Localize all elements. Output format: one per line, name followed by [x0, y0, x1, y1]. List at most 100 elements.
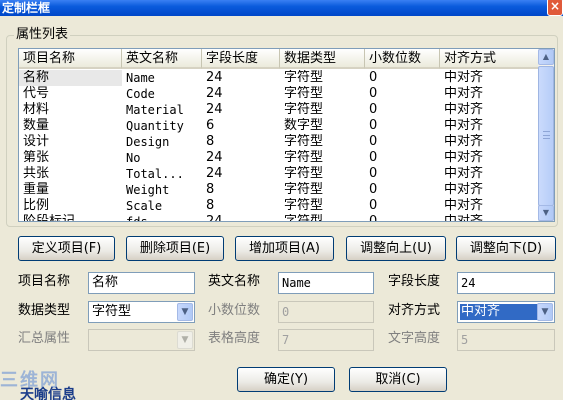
delete-item-button[interactable]: 删除项目(E) — [126, 236, 224, 261]
cell-item-name: 名称 — [19, 70, 122, 86]
add-item-button[interactable]: 增加项目(A) — [235, 236, 334, 261]
watermark-bottom-text: 天喻信息 — [20, 387, 76, 400]
chevron-down-icon[interactable]: ▼ — [177, 303, 193, 321]
cell-item-name: 数量 — [23, 118, 50, 133]
data-type-label: 数据类型 — [18, 303, 71, 318]
cell-height-field[interactable]: 7 — [278, 329, 374, 351]
cell-data-type: 字符型 — [284, 70, 324, 85]
close-button[interactable]: × — [547, 0, 563, 16]
list-scrollbar[interactable]: ▲ ▼ — [538, 49, 554, 221]
attribute-list[interactable]: 项目名称 英文名称 字段长度 数据类型 小数位数 对齐方式 名称 Name 24 字符… — [18, 48, 555, 222]
table-row[interactable]: 数量 Quantity 6 数字型 0 中对齐 — [19, 118, 539, 134]
cell-field-length: 6 — [206, 118, 215, 133]
cell-english-name: Total... — [126, 167, 184, 181]
chevron-down-icon[interactable]: ▼ — [537, 303, 553, 321]
column-header-english-name[interactable]: 英文名称 — [122, 49, 202, 69]
list-body: 名称 Name 24 字符型 0 中对齐 代号 Code 24 字符型 0 中对齐 材料 Material… — [19, 70, 539, 222]
cell-item-name: 共张 — [23, 166, 50, 181]
table-row[interactable]: 共张 Total... 24 字符型 0 中对齐 — [19, 166, 539, 182]
table-row[interactable]: 重量 Weight 8 字符型 0 中对齐 — [19, 182, 539, 198]
scroll-down-button[interactable]: ▼ — [538, 205, 554, 221]
cell-english-name: Material — [126, 103, 184, 117]
item-name-field[interactable]: 名称 — [88, 272, 195, 294]
cell-alignment: 中对齐 — [444, 134, 484, 149]
text-height-field[interactable]: 5 — [457, 329, 555, 351]
cell-alignment: 中对齐 — [444, 70, 484, 85]
cell-field-length: 8 — [206, 134, 215, 149]
table-row[interactable]: 代号 Code 24 字符型 0 中对齐 — [19, 86, 539, 102]
column-header-decimals[interactable]: 小数位数 — [365, 49, 440, 69]
cell-item-name: 重量 — [23, 182, 50, 197]
table-row[interactable]: 材料 Material 24 字符型 0 中对齐 — [19, 102, 539, 118]
scroll-up-button[interactable]: ▲ — [538, 49, 554, 65]
summary-select[interactable]: ▼ — [88, 329, 195, 351]
cell-data-type: 字符型 — [284, 198, 324, 213]
cell-field-length: 8 — [206, 182, 215, 197]
column-header-item-name[interactable]: 项目名称 — [19, 49, 122, 69]
close-icon: × — [549, 0, 561, 13]
cell-data-type: 字符型 — [284, 134, 324, 149]
cell-field-length: 24 — [206, 150, 223, 165]
field-length-field[interactable]: 24 — [457, 272, 555, 294]
cell-item-name: 设计 — [23, 134, 50, 149]
cell-alignment: 中对齐 — [444, 198, 484, 213]
cell-english-name: fds — [126, 215, 148, 222]
alignment-value: 中对齐 — [460, 304, 538, 320]
scroll-thumb[interactable] — [538, 66, 554, 206]
cell-data-type: 字符型 — [284, 150, 324, 165]
decimals-field[interactable]: 0 — [278, 301, 374, 323]
data-type-value: 字符型 — [92, 304, 132, 319]
table-row[interactable]: 阶段标记 fds 24 字符型 0 中对齐 — [19, 214, 539, 222]
text-height-label: 文字高度 — [388, 331, 441, 346]
chevron-up-icon: ▲ — [542, 52, 550, 61]
cell-decimals: 0 — [369, 102, 378, 117]
define-item-button[interactable]: 定义项目(F) — [18, 236, 115, 261]
table-row[interactable]: 名称 Name 24 字符型 0 中对齐 — [19, 70, 539, 86]
list-header: 项目名称 英文名称 字段长度 数据类型 小数位数 对齐方式 — [19, 49, 539, 69]
attribute-group-label: 属性列表 — [14, 26, 71, 43]
cell-item-name: 材料 — [23, 102, 50, 117]
chevron-down-icon[interactable]: ▼ — [177, 331, 193, 349]
move-down-button[interactable]: 调整向下(D) — [456, 236, 556, 261]
column-header-field-length[interactable]: 字段长度 — [202, 49, 280, 69]
cell-alignment: 中对齐 — [444, 214, 484, 222]
data-type-select[interactable]: 字符型 ▼ — [88, 301, 195, 323]
cell-english-name: Design — [126, 135, 170, 149]
title-bar: 定制栏框 × — [0, 0, 563, 16]
cell-alignment: 中对齐 — [444, 86, 484, 101]
summary-label: 汇总属性 — [18, 331, 71, 346]
cell-data-type: 字符型 — [284, 182, 324, 197]
cell-alignment: 中对齐 — [444, 166, 484, 181]
decimals-label: 小数位数 — [208, 303, 261, 318]
window-title: 定制栏框 — [2, 1, 51, 15]
cell-item-name: 比例 — [23, 198, 50, 213]
alignment-select[interactable]: 中对齐 ▼ — [457, 301, 555, 323]
cell-item-name: 阶段标记 — [23, 214, 76, 222]
table-row[interactable]: 比例 Scale 8 字符型 0 中对齐 — [19, 198, 539, 214]
cell-decimals: 0 — [369, 86, 378, 101]
cell-field-length: 24 — [206, 86, 223, 101]
cell-decimals: 0 — [369, 134, 378, 149]
cell-data-type: 字符型 — [284, 166, 324, 181]
cell-english-name: Scale — [126, 199, 163, 213]
ok-button[interactable]: 确定(Y) — [237, 367, 335, 392]
table-row[interactable]: 第张 No 24 字符型 0 中对齐 — [19, 150, 539, 166]
cell-decimals: 0 — [369, 182, 378, 197]
watermark-logo: 三维网 天喻信息 — [0, 370, 100, 400]
cell-english-name: Name — [126, 71, 155, 85]
english-name-label: 英文名称 — [208, 274, 261, 289]
cell-alignment: 中对齐 — [444, 182, 484, 197]
cell-data-type: 字符型 — [284, 86, 324, 101]
cell-decimals: 0 — [369, 198, 378, 213]
cell-field-length: 8 — [206, 198, 215, 213]
table-row[interactable]: 设计 Design 8 字符型 0 中对齐 — [19, 134, 539, 150]
cell-decimals: 0 — [369, 214, 378, 222]
move-up-button[interactable]: 调整向上(U) — [346, 236, 446, 261]
cancel-button[interactable]: 取消(C) — [349, 367, 447, 392]
english-name-field[interactable]: Name — [278, 272, 374, 294]
column-header-data-type[interactable]: 数据类型 — [280, 49, 365, 69]
cell-height-label: 表格高度 — [208, 331, 261, 346]
cell-decimals: 0 — [369, 150, 378, 165]
cell-english-name: Code — [126, 87, 155, 101]
column-header-alignment[interactable]: 对齐方式 — [440, 49, 539, 69]
